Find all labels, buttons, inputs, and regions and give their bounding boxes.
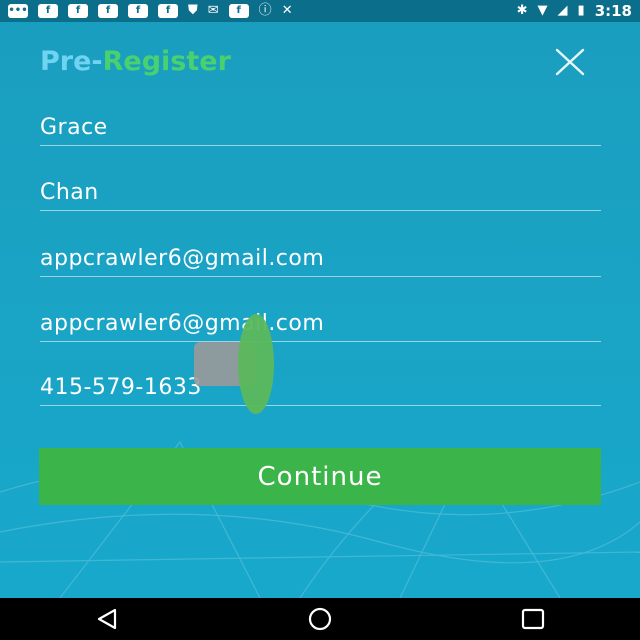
last-name-value: Chan	[40, 180, 99, 205]
facebook-icon: f	[38, 4, 58, 18]
pre-register-screen: Pre-Register Grace Chan appcrawler6@gmai…	[0, 22, 640, 598]
notification-icons: ••• f f f f f ⛊ ✉ f ⓘ ✕	[8, 4, 293, 18]
alert-icon: ⓘ	[258, 3, 272, 18]
email-field[interactable]: appcrawler6@gmail.com	[40, 237, 601, 277]
bluetooth-icon: ✱	[516, 3, 528, 18]
page-title: Pre-Register	[40, 46, 231, 77]
no-signal-icon: ◢	[557, 3, 568, 18]
confirm-email-value: appcrawler6@gmail.com	[40, 311, 325, 336]
recents-icon	[522, 608, 545, 630]
back-button[interactable]	[77, 598, 137, 640]
facebook-icon: f	[128, 4, 148, 18]
back-icon	[97, 608, 116, 630]
recents-button[interactable]	[503, 598, 563, 640]
touch-pointer-icon	[194, 314, 274, 414]
last-name-field[interactable]: Chan	[40, 171, 601, 211]
facebook-icon: f	[228, 4, 249, 18]
email-value: appcrawler6@gmail.com	[40, 246, 325, 271]
system-icons: ✱ ▼ ◢ ▮ 3:18	[517, 2, 632, 20]
silent-icon: ✕	[281, 3, 293, 18]
shield-icon: ⛊	[188, 3, 198, 18]
message-icon: ✉	[207, 3, 219, 18]
continue-button[interactable]: Continue	[39, 448, 601, 505]
close-icon[interactable]	[552, 48, 588, 76]
first-name-value: Grace	[40, 115, 108, 140]
phone-field[interactable]: 415-579-1633	[40, 366, 601, 406]
confirm-email-field[interactable]: appcrawler6@gmail.com	[40, 302, 601, 342]
first-name-field[interactable]: Grace	[40, 106, 601, 146]
status-bar: ••• f f f f f ⛊ ✉ f ⓘ ✕ ✱ ▼ ◢ ▮ 3:18	[0, 0, 640, 22]
facebook-icon: f	[68, 4, 88, 18]
wifi-icon: ▼	[537, 3, 548, 18]
navigation-bar	[0, 598, 640, 640]
clock: 3:18	[594, 2, 632, 20]
home-button[interactable]	[290, 598, 350, 640]
home-icon	[308, 607, 332, 631]
phone-value: 415-579-1633	[40, 375, 202, 400]
facebook-icon: f	[158, 4, 178, 18]
facebook-icon: f	[98, 4, 118, 18]
battery-icon: ▮	[577, 3, 585, 18]
message-bubble-icon: •••	[8, 4, 28, 18]
